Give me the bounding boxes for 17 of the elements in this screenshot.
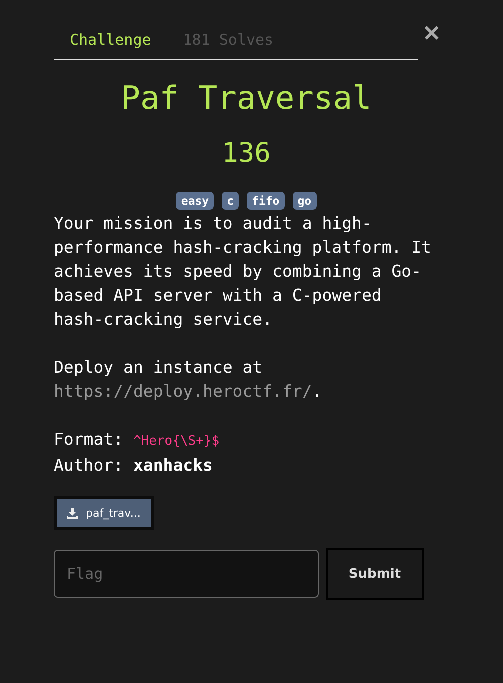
submit-button[interactable]: Submit <box>326 548 424 600</box>
deploy-link[interactable]: https://deploy.heroctf.fr/ <box>54 382 312 401</box>
challenge-title: Paf Traversal <box>120 80 373 116</box>
tag: go <box>292 192 317 210</box>
tab[interactable]: Challenge <box>54 28 168 52</box>
flag-format: ^Hero{\S+}$ <box>133 434 220 449</box>
tag: fifo <box>247 192 285 210</box>
format-label: Format: <box>54 430 124 449</box>
points-value: 136 <box>221 138 272 170</box>
deploy-text: Deploy an instance at https://deploy.heroctf.fr/. <box>54 357 324 403</box>
flag-input-field[interactable]: Flag <box>54 550 319 598</box>
author-label: Author: <box>54 456 124 475</box>
author-name: xanhacks <box>133 456 213 475</box>
file-download-button[interactable]: paf_trav... <box>54 496 154 530</box>
tag: easy <box>176 192 214 210</box>
description-text: Your mission is to audit a high-performance hash-cracking platform. It achieves its speed by combining a Go-based API server with a C-powered hash-cracking service. <box>54 213 432 331</box>
tag: c <box>222 192 240 210</box>
